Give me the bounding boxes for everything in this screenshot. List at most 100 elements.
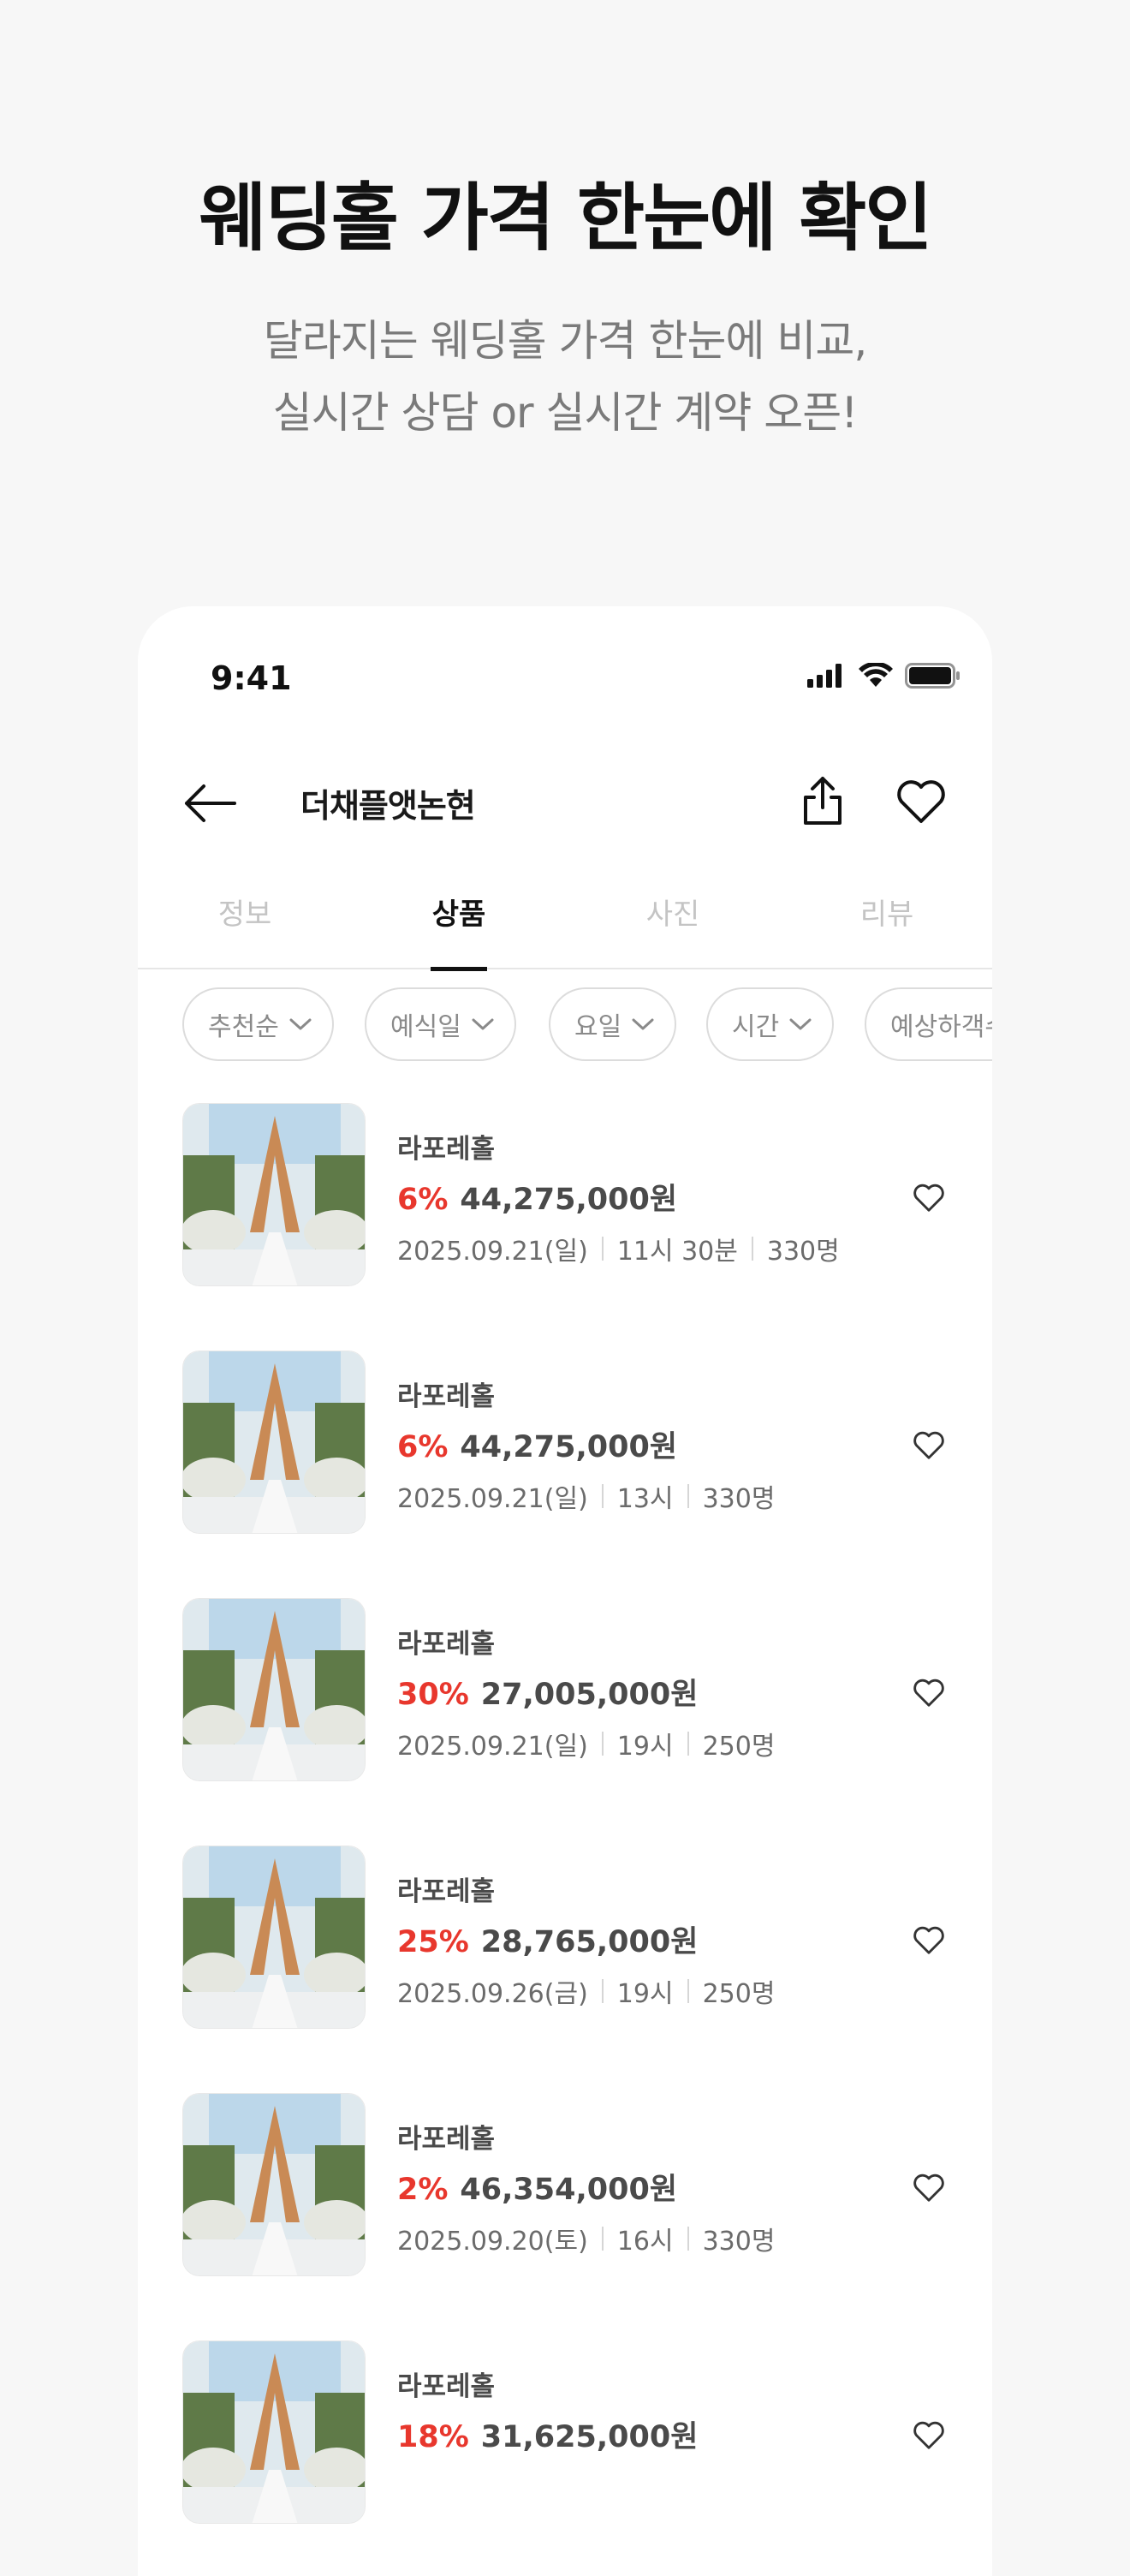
product-meta: 2025.09.20(토) 16시 330명	[397, 2220, 775, 2257]
wedding-hall-image	[183, 2094, 365, 2275]
price: 31,625,000원	[480, 2420, 699, 2454]
product-item[interactable]: 라포레홀 6% 44,275,000원 2025.09.21(일) 13시 33…	[138, 1351, 992, 1599]
filter-guest-count[interactable]: 예상하객수	[865, 987, 992, 1061]
price: 44,275,000원	[460, 1430, 678, 1464]
guest-count: 330명	[766, 1237, 840, 1267]
discount-rate: 18%	[397, 2420, 469, 2454]
wedding-hall-image	[183, 1846, 365, 2028]
divider	[687, 1979, 689, 2003]
status-time: 9:41	[211, 659, 292, 697]
product-meta: 2025.09.21(일) 11시 30분 330명	[397, 1230, 840, 1267]
heart-outline-icon	[897, 780, 945, 823]
product-favorite-button[interactable]	[908, 2414, 949, 2455]
product-item[interactable]: 라포레홀 18% 31,625,000원	[138, 2340, 992, 2576]
product-meta: 2025.09.21(일) 19시 250명	[397, 1725, 775, 1762]
product-meta: 2025.09.21(일) 13시 330명	[397, 1477, 775, 1515]
heart-outline-icon	[913, 1431, 944, 1459]
product-favorite-button[interactable]	[908, 1177, 949, 1218]
filter-sort[interactable]: 추천순	[182, 987, 334, 1061]
heart-outline-icon	[913, 1679, 944, 1707]
filter-time[interactable]: 시간	[706, 987, 835, 1061]
filter-wedding-date[interactable]: 예식일	[365, 987, 516, 1061]
tab-photos[interactable]: 사진	[566, 874, 780, 969]
product-meta: 2025.09.26(금) 19시 250명	[397, 1972, 775, 2010]
divider	[751, 1237, 753, 1261]
battery-icon	[905, 663, 960, 689]
price-row: 2% 46,354,000원	[397, 2165, 677, 2209]
top-navigation: 더채플앳논현	[138, 752, 992, 855]
product-favorite-button[interactable]	[908, 2167, 949, 2208]
wedding-date: 2025.09.21(일)	[397, 1732, 588, 1762]
guest-count: 250명	[702, 1979, 776, 2009]
favorite-button[interactable]	[891, 771, 951, 831]
phone-screen: 9:41 더채플앳논현 정보 상품 사진 리뷰 추천순 예식일 요일 시간 예상…	[138, 606, 992, 2576]
filter-day-label: 요일	[574, 1012, 622, 1042]
wedding-time: 11시 30분	[616, 1237, 738, 1267]
product-item[interactable]: 라포레홀 6% 44,275,000원 2025.09.21(일) 11시 30…	[138, 1103, 992, 1351]
promo-subtitle-line-1: 달라지는 웨딩홀 가격 한눈에 비교,	[263, 316, 867, 366]
filter-time-label: 시간	[732, 1012, 780, 1042]
hall-thumbnail	[182, 1846, 366, 2029]
heart-outline-icon	[913, 2421, 944, 2449]
wedding-hall-image	[183, 1351, 365, 1533]
heart-outline-icon	[913, 2174, 944, 2202]
hall-thumbnail	[182, 1598, 366, 1781]
hall-name: 라포레홀	[397, 2124, 496, 2155]
divider	[687, 1732, 689, 1756]
guest-count: 330명	[702, 1484, 776, 1514]
promo-title: 웨딩홀 가격 한눈에 확인	[199, 176, 932, 261]
filter-sort-label: 추천순	[208, 1012, 279, 1042]
price-row: 18% 31,625,000원	[397, 2412, 698, 2456]
guest-count: 250명	[702, 1732, 776, 1762]
heart-outline-icon	[913, 1926, 944, 1954]
chevron-down-icon	[632, 1018, 654, 1030]
wedding-date: 2025.09.26(금)	[397, 1979, 588, 2009]
wedding-date: 2025.09.21(일)	[397, 1237, 588, 1267]
tab-reviews[interactable]: 리뷰	[780, 874, 992, 969]
hall-thumbnail	[182, 1103, 366, 1286]
discount-rate: 30%	[397, 1678, 469, 1712]
filter-guest-count-label: 예상하객수	[890, 1012, 992, 1042]
divider	[601, 2227, 604, 2251]
product-item[interactable]: 라포레홀 25% 28,765,000원 2025.09.26(금) 19시 2…	[138, 1846, 992, 2094]
discount-rate: 2%	[397, 2173, 449, 2207]
hall-name: 라포레홀	[397, 2371, 496, 2402]
guest-count: 330명	[702, 2227, 776, 2257]
product-item[interactable]: 라포레홀 30% 27,005,000원 2025.09.21(일) 19시 2…	[138, 1598, 992, 1846]
chevron-down-icon	[789, 1018, 812, 1030]
back-button[interactable]	[181, 778, 241, 829]
divider	[601, 1484, 604, 1508]
tab-info[interactable]: 정보	[138, 874, 352, 969]
heart-outline-icon	[913, 1184, 944, 1212]
wedding-date: 2025.09.20(토)	[397, 2227, 588, 2257]
chevron-down-icon	[472, 1018, 494, 1030]
wedding-hall-image	[183, 1599, 365, 1780]
wedding-time: 19시	[616, 1979, 674, 2009]
tab-bar: 정보 상품 사진 리뷰	[138, 874, 992, 971]
wedding-time: 16시	[616, 2227, 674, 2257]
signal-icon	[807, 664, 842, 688]
product-favorite-button[interactable]	[908, 1424, 949, 1465]
price: 46,354,000원	[460, 2173, 678, 2207]
product-favorite-button[interactable]	[908, 1672, 949, 1713]
divider	[687, 1484, 689, 1508]
divider	[601, 1732, 604, 1756]
promo-subtitle-line-2: 실시간 상담 or 실시간 계약 오픈!	[272, 388, 859, 438]
wifi-icon	[859, 663, 893, 687]
product-item[interactable]: 라포레홀 2% 46,354,000원 2025.09.20(토) 16시 33…	[138, 2093, 992, 2341]
filter-day[interactable]: 요일	[549, 987, 677, 1061]
filter-chips: 추천순 예식일 요일 시간 예상하객수	[182, 987, 992, 1064]
hall-name: 라포레홀	[397, 1381, 496, 1412]
filter-wedding-date-label: 예식일	[390, 1012, 461, 1042]
share-icon	[804, 777, 842, 825]
hall-name: 라포레홀	[397, 1134, 496, 1165]
wedding-time: 19시	[616, 1732, 674, 1762]
hall-thumbnail	[182, 2093, 366, 2276]
wedding-time: 13시	[616, 1484, 674, 1514]
discount-rate: 6%	[397, 1430, 449, 1464]
tab-products[interactable]: 상품	[352, 874, 566, 971]
share-button[interactable]	[793, 771, 853, 831]
product-favorite-button[interactable]	[908, 1919, 949, 1960]
wedding-date: 2025.09.21(일)	[397, 1484, 588, 1514]
promo-subtitle: 달라지는 웨딩홀 가격 한눈에 비교, 실시간 상담 or 실시간 계약 오픈!	[0, 305, 1130, 449]
